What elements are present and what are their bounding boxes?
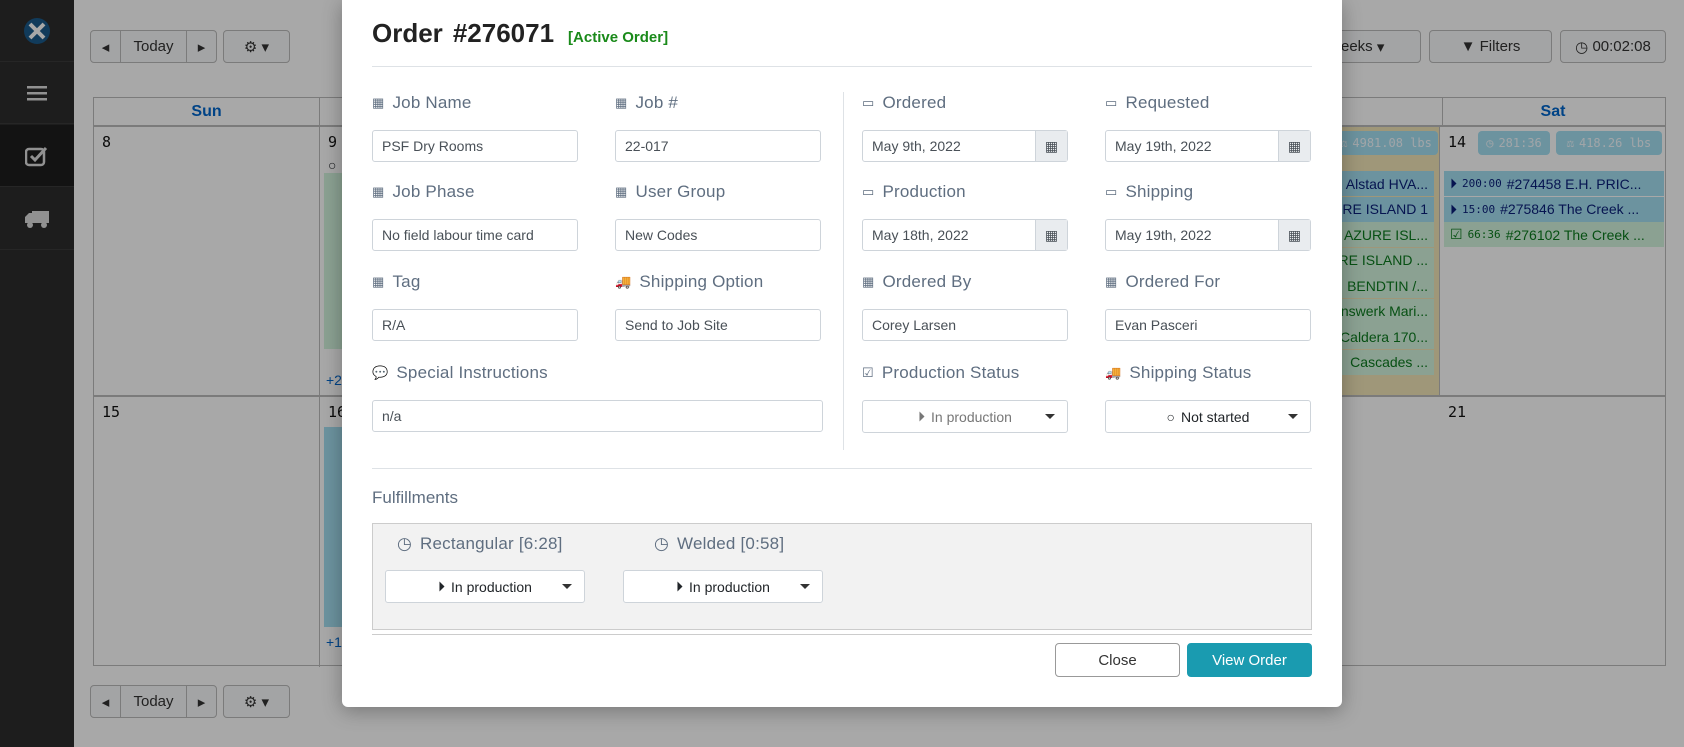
ordered-for-label: ▦ Ordered For <box>1105 272 1221 291</box>
order-number: #276071 <box>452 18 555 48</box>
fulfillment-status-select[interactable]: ⏵ In production <box>623 570 823 603</box>
ordered-label: ▭ Ordered <box>862 93 947 112</box>
table-icon: ▦ <box>1105 274 1118 289</box>
order-modal: Order #276071 [Active Order] ▦ Job Name PSF… <box>342 0 1342 707</box>
calendar-icon: ▭ <box>1105 184 1118 199</box>
user-group-label: ▦ User Group <box>615 182 726 201</box>
fulfillment-label: ◷ Welded [0:58] <box>654 534 785 553</box>
calendar-icon: ▭ <box>862 184 875 199</box>
fulfillment-status-select[interactable]: ⏵ In production <box>385 570 585 603</box>
close-button[interactable]: Close <box>1055 643 1180 677</box>
shipping-status-label: 🚚 Shipping Status <box>1105 363 1252 382</box>
calendar-icon[interactable]: ▦ <box>1278 220 1310 250</box>
caret-down-icon <box>1045 414 1055 419</box>
production-status-select[interactable]: ⏵ In production <box>862 400 1068 433</box>
job-number-label: ▦ Job # <box>615 93 679 112</box>
truck-icon: 🚚 <box>615 274 632 289</box>
shipping-option-label: 🚚 Shipping Option <box>615 272 764 291</box>
table-icon: ▦ <box>862 274 875 289</box>
ordered-for-field[interactable]: Evan Pasceri <box>1105 309 1311 341</box>
table-icon: ▦ <box>372 274 385 289</box>
fulfillment-label: ◷ Rectangular [6:28] <box>397 534 563 553</box>
fulfillments-panel: ◷ Rectangular [6:28] ◷ Welded [0:58] ⏵ In p… <box>372 523 1312 630</box>
production-date-field[interactable]: May 18th, 2022 ▦ <box>862 219 1068 251</box>
ordered-by-label: ▦ Ordered By <box>862 272 972 291</box>
job-phase-label: ▦ Job Phase <box>372 182 475 201</box>
divider <box>372 66 1312 67</box>
job-name-field[interactable]: PSF Dry Rooms <box>372 130 578 162</box>
job-name-label: ▦ Job Name <box>372 93 472 112</box>
requested-label: ▭ Requested <box>1105 93 1210 112</box>
table-icon: ▦ <box>372 184 385 199</box>
special-instructions-field[interactable]: n/a <box>372 400 823 432</box>
shipping-date-field[interactable]: May 19th, 2022 ▦ <box>1105 219 1311 251</box>
divider <box>843 92 844 450</box>
shipping-label: ▭ Shipping <box>1105 182 1194 201</box>
modal-title: Order #276071 [Active Order] <box>372 18 669 48</box>
user-group-field[interactable]: New Codes <box>615 219 821 251</box>
table-icon: ▦ <box>372 95 385 110</box>
caret-down-icon <box>800 584 810 589</box>
clock-icon: ◷ <box>654 534 670 553</box>
calendar-icon: ▭ <box>862 95 875 110</box>
play-circle-icon: ⏵ <box>438 578 446 594</box>
comment-icon: 💬 <box>372 365 389 380</box>
order-status-tag: [Active Order] <box>568 29 669 46</box>
shipping-option-field[interactable]: Send to Job Site <box>615 309 821 341</box>
fulfillments-label: Fulfillments <box>372 488 458 507</box>
requested-date-field[interactable]: May 19th, 2022 ▦ <box>1105 130 1311 162</box>
clock-icon: ◷ <box>397 534 413 553</box>
circle-icon: ○ <box>1166 408 1175 425</box>
job-phase-field[interactable]: No field labour time card <box>372 219 578 251</box>
play-circle-icon: ⏵ <box>918 408 926 424</box>
divider <box>372 468 1312 469</box>
special-instructions-label: 💬 Special Instructions <box>372 363 548 382</box>
calendar-icon[interactable]: ▦ <box>1035 220 1067 250</box>
calendar-icon[interactable]: ▦ <box>1035 131 1067 161</box>
caret-down-icon <box>562 584 572 589</box>
tag-field[interactable]: R/A <box>372 309 578 341</box>
table-icon: ▦ <box>615 95 628 110</box>
ordered-by-field[interactable]: Corey Larsen <box>862 309 1068 341</box>
table-icon: ▦ <box>615 184 628 199</box>
divider <box>372 634 1312 635</box>
truck-icon: 🚚 <box>1105 365 1122 380</box>
job-number-field[interactable]: 22-017 <box>615 130 821 162</box>
tag-label: ▦ Tag <box>372 272 421 291</box>
calendar-icon: ▭ <box>1105 95 1118 110</box>
shipping-status-select[interactable]: ○ Not started <box>1105 400 1311 433</box>
ordered-date-field[interactable]: May 9th, 2022 ▦ <box>862 130 1068 162</box>
play-circle-icon: ⏵ <box>676 578 684 594</box>
calendar-icon[interactable]: ▦ <box>1278 131 1310 161</box>
production-status-label: ☑ Production Status <box>862 363 1020 382</box>
checkbox-icon: ☑ <box>862 365 874 380</box>
caret-down-icon <box>1288 414 1298 419</box>
view-order-button[interactable]: View Order <box>1187 643 1312 677</box>
production-label: ▭ Production <box>862 182 966 201</box>
